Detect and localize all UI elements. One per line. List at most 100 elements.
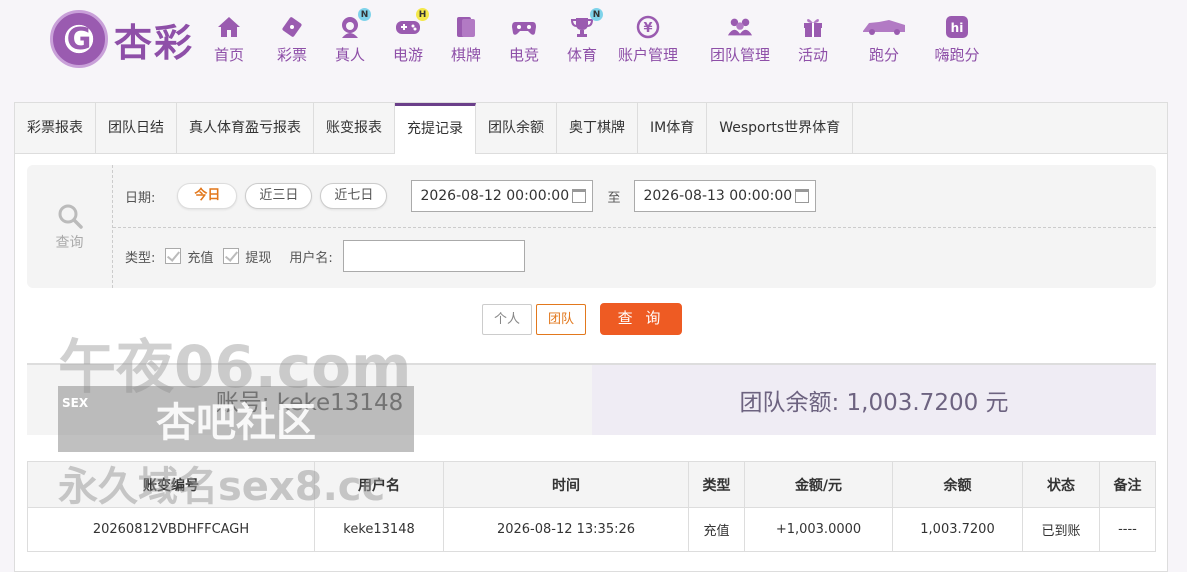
gamepad-icon: H — [395, 8, 429, 40]
esports-controller-icon — [511, 14, 537, 40]
nav-label: 嗨跑分 — [934, 46, 980, 64]
report-tabs: 彩票报表 团队日结 真人体育盈亏报表 账变报表 充提记录 团队余额 奥丁棋牌 I… — [15, 103, 1167, 154]
tab-deposit-withdraw[interactable]: 充提记录 — [395, 103, 476, 154]
svg-text:hi: hi — [951, 21, 964, 35]
personal-button[interactable]: 个人 — [482, 303, 533, 335]
end-date-value: 2026-08-13 00:00:00 — [643, 188, 793, 204]
nav-item-slots[interactable]: H 电游 — [379, 8, 437, 65]
logo-emblem-icon: G — [50, 10, 108, 68]
deposit-label: 充值 — [187, 250, 214, 266]
search-side-label: 查询 — [55, 234, 84, 251]
date-row: 日期: 今日 近三日 近七日 2026-08-12 00:00:00 至 202… — [125, 180, 817, 212]
withdraw-label: 提现 — [245, 250, 272, 266]
new-badge: N — [358, 8, 371, 21]
nav-label: 电游 — [392, 46, 423, 64]
cell-username: keke13148 — [314, 507, 444, 552]
nav-item-team[interactable]: 团队管理 — [705, 14, 775, 65]
cell-time: 2026-08-12 13:35:26 — [443, 507, 689, 552]
search-side: 查询 — [27, 165, 113, 288]
account-summary: 账号: keke13148 — [27, 365, 592, 435]
nav-item-account[interactable]: ¥ 账户管理 — [613, 14, 683, 65]
tab-team-daily[interactable]: 团队日结 — [96, 103, 177, 153]
team-button[interactable]: 团队 — [536, 303, 587, 335]
table-header-row: 账变编号 用户名 时间 类型 金额/元 余额 状态 备注 — [27, 461, 1156, 508]
nav-label: 团队管理 — [709, 46, 770, 64]
nav-label: 真人 — [334, 46, 365, 64]
type-row: 类型: 充值 提现 用户名: — [125, 240, 525, 272]
nav-item-home[interactable]: 首页 — [205, 14, 253, 65]
col-username: 用户名 — [314, 461, 444, 508]
cards-icon — [453, 14, 479, 40]
ticket-icon — [279, 14, 305, 40]
tab-live-sports-pl[interactable]: 真人体育盈亏报表 — [177, 103, 314, 153]
col-status: 状态 — [1022, 461, 1100, 508]
cell-serial: 20260812VBDHFFCAGH — [27, 507, 315, 552]
last-3-days-button[interactable]: 近三日 — [245, 183, 313, 209]
date-label: 日期: — [125, 190, 156, 206]
top-header: G 杏彩 首页 彩票 N 真人 H 电游 棋牌 电竞 N 体育 ¥ 账户管理 团… — [0, 0, 1187, 92]
nav-item-lottery[interactable]: 彩票 — [263, 14, 321, 65]
nav-label: 体育 — [566, 46, 597, 64]
hot-badge: H — [416, 8, 429, 21]
calendar-icon[interactable] — [795, 189, 810, 203]
row-divider — [113, 227, 1156, 228]
username-label: 用户名: — [289, 250, 333, 266]
col-type: 类型 — [688, 461, 745, 508]
nav-item-live[interactable]: N 真人 — [321, 8, 379, 65]
team-icon — [727, 14, 753, 40]
end-date-input[interactable]: 2026-08-13 00:00:00 — [634, 180, 817, 212]
tab-account-change[interactable]: 账变报表 — [314, 103, 395, 153]
action-buttons: 个人 团队 查 询 — [482, 303, 683, 335]
magnifier-icon — [58, 204, 83, 229]
today-button[interactable]: 今日 — [177, 183, 238, 209]
nav-label: 棋牌 — [450, 46, 481, 64]
withdraw-checkbox[interactable]: 提现 — [223, 247, 271, 266]
svg-text:¥: ¥ — [643, 21, 652, 36]
brand-logo[interactable]: G 杏彩 — [50, 10, 194, 68]
logo-text: 杏彩 — [114, 19, 195, 65]
tab-im-sports[interactable]: IM体育 — [638, 103, 708, 153]
cell-status: 已到账 — [1022, 507, 1100, 552]
report-panel: 彩票报表 团队日结 真人体育盈亏报表 账变报表 充提记录 团队余额 奥丁棋牌 I… — [14, 102, 1168, 572]
deposit-checkbox[interactable]: 充值 — [165, 247, 213, 266]
tab-team-balance[interactable]: 团队余额 — [476, 103, 557, 153]
col-balance: 余额 — [892, 461, 1023, 508]
checkbox-icon[interactable] — [165, 248, 182, 264]
to-label: 至 — [607, 190, 621, 206]
nav-label: 电竞 — [508, 46, 539, 64]
cell-remark: ---- — [1099, 507, 1156, 552]
cell-balance: 1,003.7200 — [892, 507, 1023, 552]
new-badge: N — [590, 8, 603, 21]
tab-wesports[interactable]: Wesports世界体育 — [707, 103, 854, 153]
home-icon — [216, 14, 242, 40]
username-input[interactable] — [342, 240, 525, 272]
main-nav: 首页 彩票 N 真人 H 电游 棋牌 电竞 N 体育 ¥ 账户管理 团队管理 活… — [205, 8, 985, 65]
nav-item-race[interactable]: 跑分 — [859, 14, 909, 65]
nav-item-esports[interactable]: 电竞 — [495, 14, 553, 65]
nav-item-sports[interactable]: N 体育 — [553, 8, 611, 65]
gift-icon — [800, 14, 826, 40]
nav-label: 彩票 — [276, 46, 307, 64]
calendar-icon[interactable] — [572, 189, 587, 203]
nav-item-chess[interactable]: 棋牌 — [437, 14, 495, 65]
nav-item-hi-race[interactable]: hi 嗨跑分 — [929, 14, 985, 65]
live-dealer-icon: N — [337, 8, 371, 40]
nav-item-activity[interactable]: 活动 — [793, 14, 833, 65]
start-date-input[interactable]: 2026-08-12 00:00:00 — [411, 180, 594, 212]
trophy-icon: N — [569, 8, 603, 40]
checkbox-icon[interactable] — [223, 248, 240, 264]
col-time: 时间 — [443, 461, 689, 508]
search-form: 查询 日期: 今日 近三日 近七日 2026-08-12 00:00:00 至 … — [27, 165, 1156, 288]
tab-lottery-report[interactable]: 彩票报表 — [15, 103, 96, 153]
team-balance-summary: 团队余额: 1,003.7200 元 — [592, 365, 1156, 435]
last-7-days-button[interactable]: 近七日 — [320, 183, 388, 209]
tab-odin-chess[interactable]: 奥丁棋牌 — [557, 103, 638, 153]
summary-bar: 账号: keke13148 团队余额: 1,003.7200 元 — [27, 363, 1156, 435]
table-row[interactable]: 20260812VBDHFFCAGH keke13148 2026-08-12 … — [27, 507, 1156, 552]
yen-coin-icon: ¥ — [635, 14, 661, 40]
cell-type: 充值 — [688, 507, 745, 552]
col-amount: 金额/元 — [744, 461, 893, 508]
query-button[interactable]: 查 询 — [600, 303, 683, 335]
records-table: 账变编号 用户名 时间 类型 金额/元 余额 状态 备注 20260812VBD… — [27, 461, 1156, 552]
col-remark: 备注 — [1099, 461, 1156, 508]
